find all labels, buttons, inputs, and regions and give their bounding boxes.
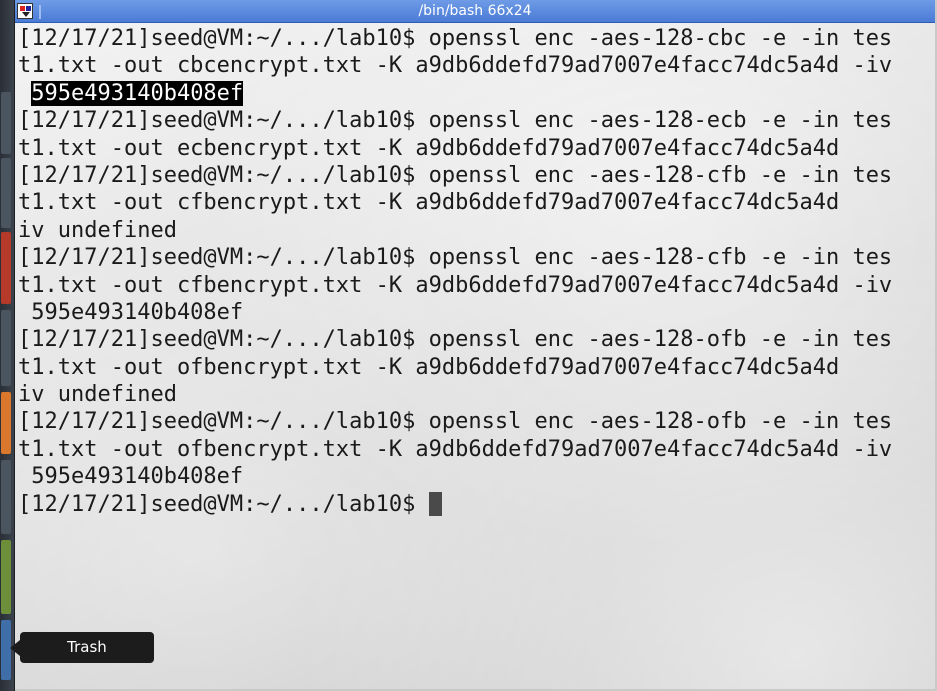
selected-text[interactable]: 595e493140b408ef [31,80,244,106]
launcher-item[interactable] [1,392,11,454]
terminal-line-text: [12/17/21]seed@VM:~/.../lab10$ openssl e… [18,162,893,188]
terminal-line-text: iv undefined [18,382,177,408]
terminal-line: t1.txt -out cbcencrypt.txt -K a9db6ddefd… [18,52,930,79]
terminal-line: 595e493140b408ef [18,463,930,490]
terminal-line-text: t1.txt -out ecbencrypt.txt -K a9db6ddefd… [18,135,840,161]
terminal-line: t1.txt -out cfbencrypt.txt -K a9db6ddefd… [18,189,930,216]
terminal-line-text: t1.txt -out ofbencrypt.txt -K a9db6ddefd… [18,354,840,380]
block-cursor-icon [428,491,442,516]
terminal-line: 595e493140b408ef [18,299,930,326]
terminal-line-text: 595e493140b408ef [18,299,244,325]
trash-tooltip: Trash [20,632,154,663]
terminal-line: t1.txt -out cfbencrypt.txt -K a9db6ddefd… [18,272,930,299]
prompt-line[interactable]: [12/17/21]seed@VM:~/.../lab10$ [18,491,930,518]
window-title: /bin/bash 66x24 [418,3,532,19]
terminal-line: t1.txt -out ecbencrypt.txt -K a9db6ddefd… [18,135,930,162]
terminal-line-text: t1.txt -out cfbencrypt.txt -K a9db6ddefd… [18,272,893,298]
terminal-line: iv undefined [18,381,930,408]
terminal-line-text [18,81,31,106]
terminal-line-text: [12/17/21]seed@VM:~/.../lab10$ openssl e… [18,327,893,353]
terminal-line: [12/17/21]seed@VM:~/.../lab10$ openssl e… [18,162,930,189]
shell-prompt: [12/17/21]seed@VM:~/.../lab10$ [18,491,429,517]
window-titlebar[interactable]: /bin/bash 66x24 [15,0,935,23]
terminal-line: t1.txt -out ofbencrypt.txt -K a9db6ddefd… [18,354,930,381]
terminal-line-text: t1.txt -out cbcencrypt.txt -K a9db6ddefd… [18,53,893,79]
launcher-item[interactable] [1,540,11,614]
launcher-item[interactable] [1,92,11,154]
launcher-item[interactable] [1,158,11,228]
terminal-window[interactable]: /bin/bash 66x24 [12/17/21]seed@VM:~/.../… [15,0,937,691]
terminal-line-text: t1.txt -out cfbencrypt.txt -K a9db6ddefd… [18,190,840,216]
terminal-line-text: iv undefined [18,217,177,243]
terminal-line: 595e493140b408ef [18,80,930,107]
launcher-item[interactable] [1,460,11,534]
terminal-line: iv undefined [18,217,930,244]
terminal-line: t1.txt -out ofbencrypt.txt -K a9db6ddefd… [18,436,930,463]
terminal-line-text: t1.txt -out ofbencrypt.txt -K a9db6ddefd… [18,436,893,462]
terminal-line-text: 595e493140b408ef [18,464,244,490]
launcher-item[interactable] [1,310,11,386]
terminal-line: [12/17/21]seed@VM:~/.../lab10$ openssl e… [18,107,930,134]
terminal-line: [12/17/21]seed@VM:~/.../lab10$ openssl e… [18,326,930,353]
terminal-line-text: [12/17/21]seed@VM:~/.../lab10$ openssl e… [18,26,893,51]
terminal-line: [12/17/21]seed@VM:~/.../lab10$ openssl e… [18,25,930,52]
launcher-item[interactable] [1,232,11,304]
tooltip-arrow [10,640,20,656]
launcher-bar [0,0,15,691]
terminal-line: [12/17/21]seed@VM:~/.../lab10$ openssl e… [18,244,930,271]
terminal-line-text: [12/17/21]seed@VM:~/.../lab10$ openssl e… [18,245,893,271]
terminal-line-text: [12/17/21]seed@VM:~/.../lab10$ openssl e… [18,108,893,134]
desktop: /bin/bash 66x24 [12/17/21]seed@VM:~/.../… [0,0,937,691]
terminal-output[interactable]: [12/17/21]seed@VM:~/.../lab10$ openssl e… [18,25,930,518]
terminal-line-text: [12/17/21]seed@VM:~/.../lab10$ openssl e… [18,409,893,435]
terminal-line: [12/17/21]seed@VM:~/.../lab10$ openssl e… [18,408,930,435]
